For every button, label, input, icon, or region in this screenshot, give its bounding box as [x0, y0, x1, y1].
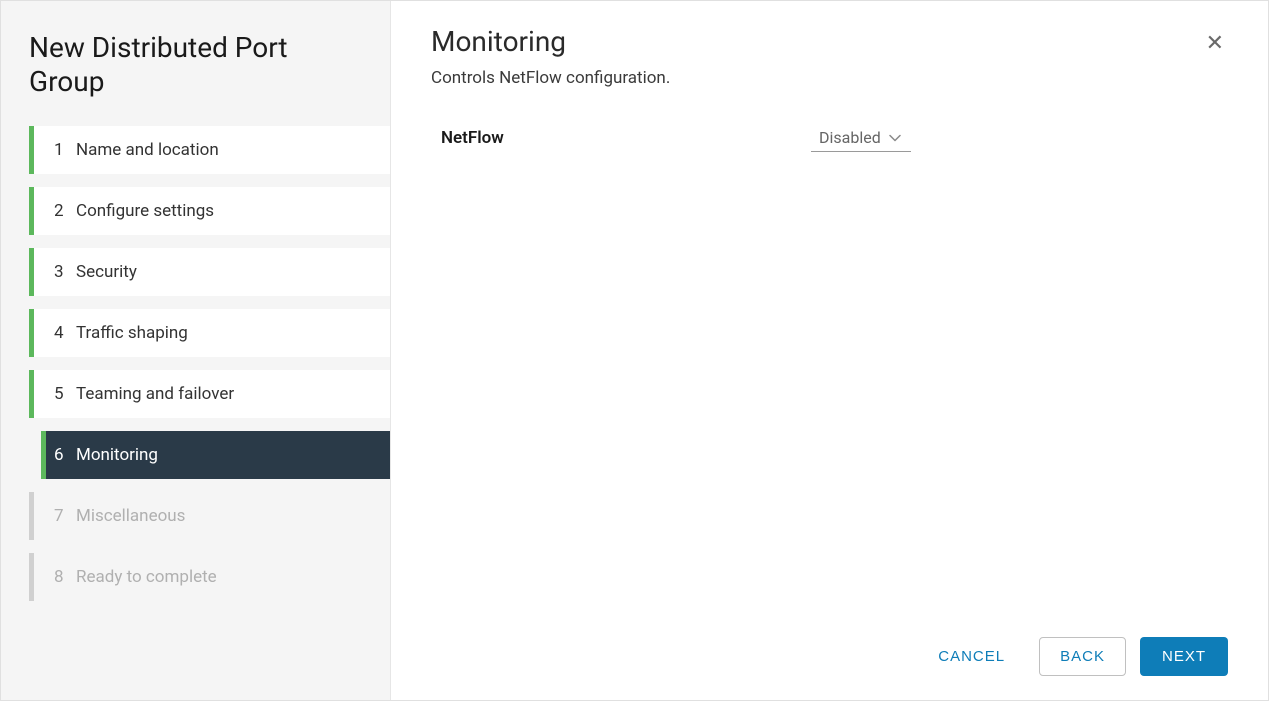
step-label: Teaming and failover: [76, 384, 374, 404]
step-configure-settings[interactable]: 2 Configure settings: [29, 187, 390, 235]
wizard-title: New Distributed Port Group: [1, 25, 390, 126]
step-label: Name and location: [76, 140, 374, 160]
step-ready-to-complete: 8 Ready to complete: [29, 553, 390, 601]
step-number: 6: [54, 445, 76, 465]
step-teaming-and-failover[interactable]: 5 Teaming and failover: [29, 370, 390, 418]
step-number: 8: [54, 567, 76, 587]
step-label: Security: [76, 262, 374, 282]
content-header: Monitoring Controls NetFlow configuratio…: [431, 25, 1228, 124]
page-subtitle: Controls NetFlow configuration.: [431, 68, 670, 88]
netflow-value: Disabled: [819, 128, 881, 147]
header-text: Monitoring Controls NetFlow configuratio…: [431, 25, 670, 124]
step-miscellaneous: 7 Miscellaneous: [29, 492, 390, 540]
cancel-button[interactable]: CANCEL: [918, 638, 1025, 675]
netflow-dropdown[interactable]: Disabled: [811, 124, 911, 152]
step-traffic-shaping[interactable]: 4 Traffic shaping: [29, 309, 390, 357]
next-button[interactable]: NEXT: [1140, 637, 1228, 676]
step-number: 1: [54, 140, 76, 160]
wizard-dialog: New Distributed Port Group 1 Name and lo…: [0, 0, 1269, 701]
step-label: Monitoring: [76, 445, 374, 465]
step-number: 3: [54, 262, 76, 282]
step-label: Traffic shaping: [76, 323, 374, 343]
netflow-label: NetFlow: [431, 128, 811, 148]
wizard-sidebar: New Distributed Port Group 1 Name and lo…: [1, 1, 391, 700]
wizard-footer: CANCEL BACK NEXT: [918, 637, 1228, 676]
close-icon: ✕: [1206, 31, 1224, 56]
step-name-and-location[interactable]: 1 Name and location: [29, 126, 390, 174]
step-number: 7: [54, 506, 76, 526]
step-label: Miscellaneous: [76, 506, 374, 526]
step-security[interactable]: 3 Security: [29, 248, 390, 296]
chevron-down-icon: [889, 131, 901, 145]
close-button[interactable]: ✕: [1202, 29, 1228, 59]
step-label: Configure settings: [76, 201, 374, 221]
page-title: Monitoring: [431, 25, 670, 58]
step-number: 5: [54, 384, 76, 404]
back-button[interactable]: BACK: [1039, 637, 1126, 676]
wizard-content: Monitoring Controls NetFlow configuratio…: [391, 1, 1268, 700]
step-label: Ready to complete: [76, 567, 374, 587]
step-number: 2: [54, 201, 76, 221]
step-number: 4: [54, 323, 76, 343]
wizard-steps-list: 1 Name and location 2 Configure settings…: [1, 126, 390, 614]
netflow-row: NetFlow Disabled: [431, 124, 1228, 152]
step-monitoring[interactable]: 6 Monitoring: [41, 431, 390, 479]
